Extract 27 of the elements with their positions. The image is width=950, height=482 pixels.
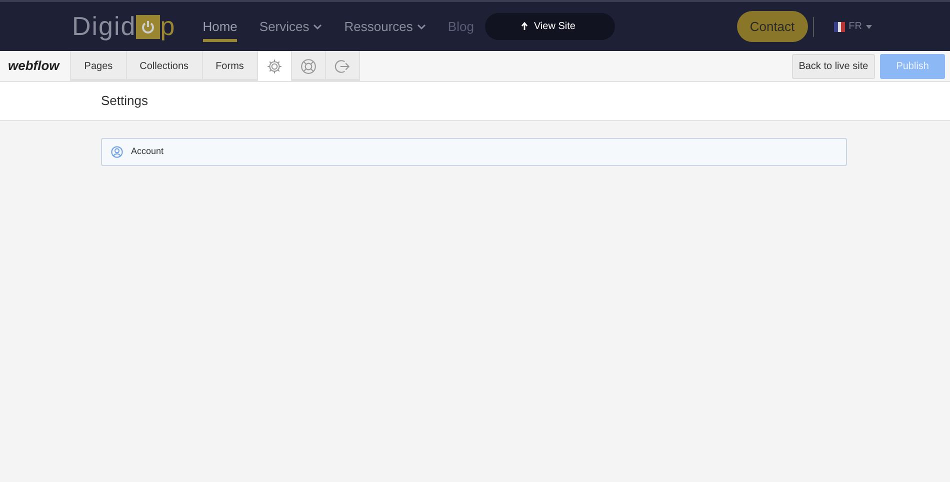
editor-tab[interactable]: Pages — [71, 51, 127, 81]
arrow-up-icon — [520, 22, 528, 31]
caret-icon — [866, 24, 872, 28]
logout-icon — [334, 58, 351, 74]
nav-link[interactable]: Blog — [448, 10, 474, 42]
logo-text[interactable]: p — [160, 7, 176, 46]
editor-tab[interactable]: Forms — [202, 51, 258, 81]
nav-link[interactable]: Services — [259, 10, 322, 42]
nav-link[interactable]: Home — [202, 10, 238, 42]
item-label: Account — [131, 145, 164, 158]
page-title: Settings — [101, 92, 148, 110]
back-to-live-site-button[interactable]: Back to live site — [792, 54, 876, 78]
contact-button[interactable]: Contact — [736, 10, 808, 42]
editor-tab[interactable] — [258, 51, 292, 81]
editor-tab[interactable]: Collections — [126, 51, 203, 81]
settings-list-item[interactable]: Account — [101, 138, 847, 166]
lifebuoy-icon — [300, 58, 317, 74]
flag-icon — [834, 22, 845, 32]
nav-link[interactable]: Ressources — [344, 10, 426, 42]
language-selector[interactable]: FR — [828, 18, 878, 35]
gear-icon — [266, 58, 283, 74]
editor-tab[interactable] — [326, 51, 360, 81]
logo-text[interactable]: Digid — [72, 7, 136, 46]
editor-tab[interactable] — [292, 51, 326, 81]
power-icon — [136, 14, 160, 38]
view-site-button[interactable]: View Site — [484, 13, 616, 40]
user-icon — [111, 146, 123, 158]
